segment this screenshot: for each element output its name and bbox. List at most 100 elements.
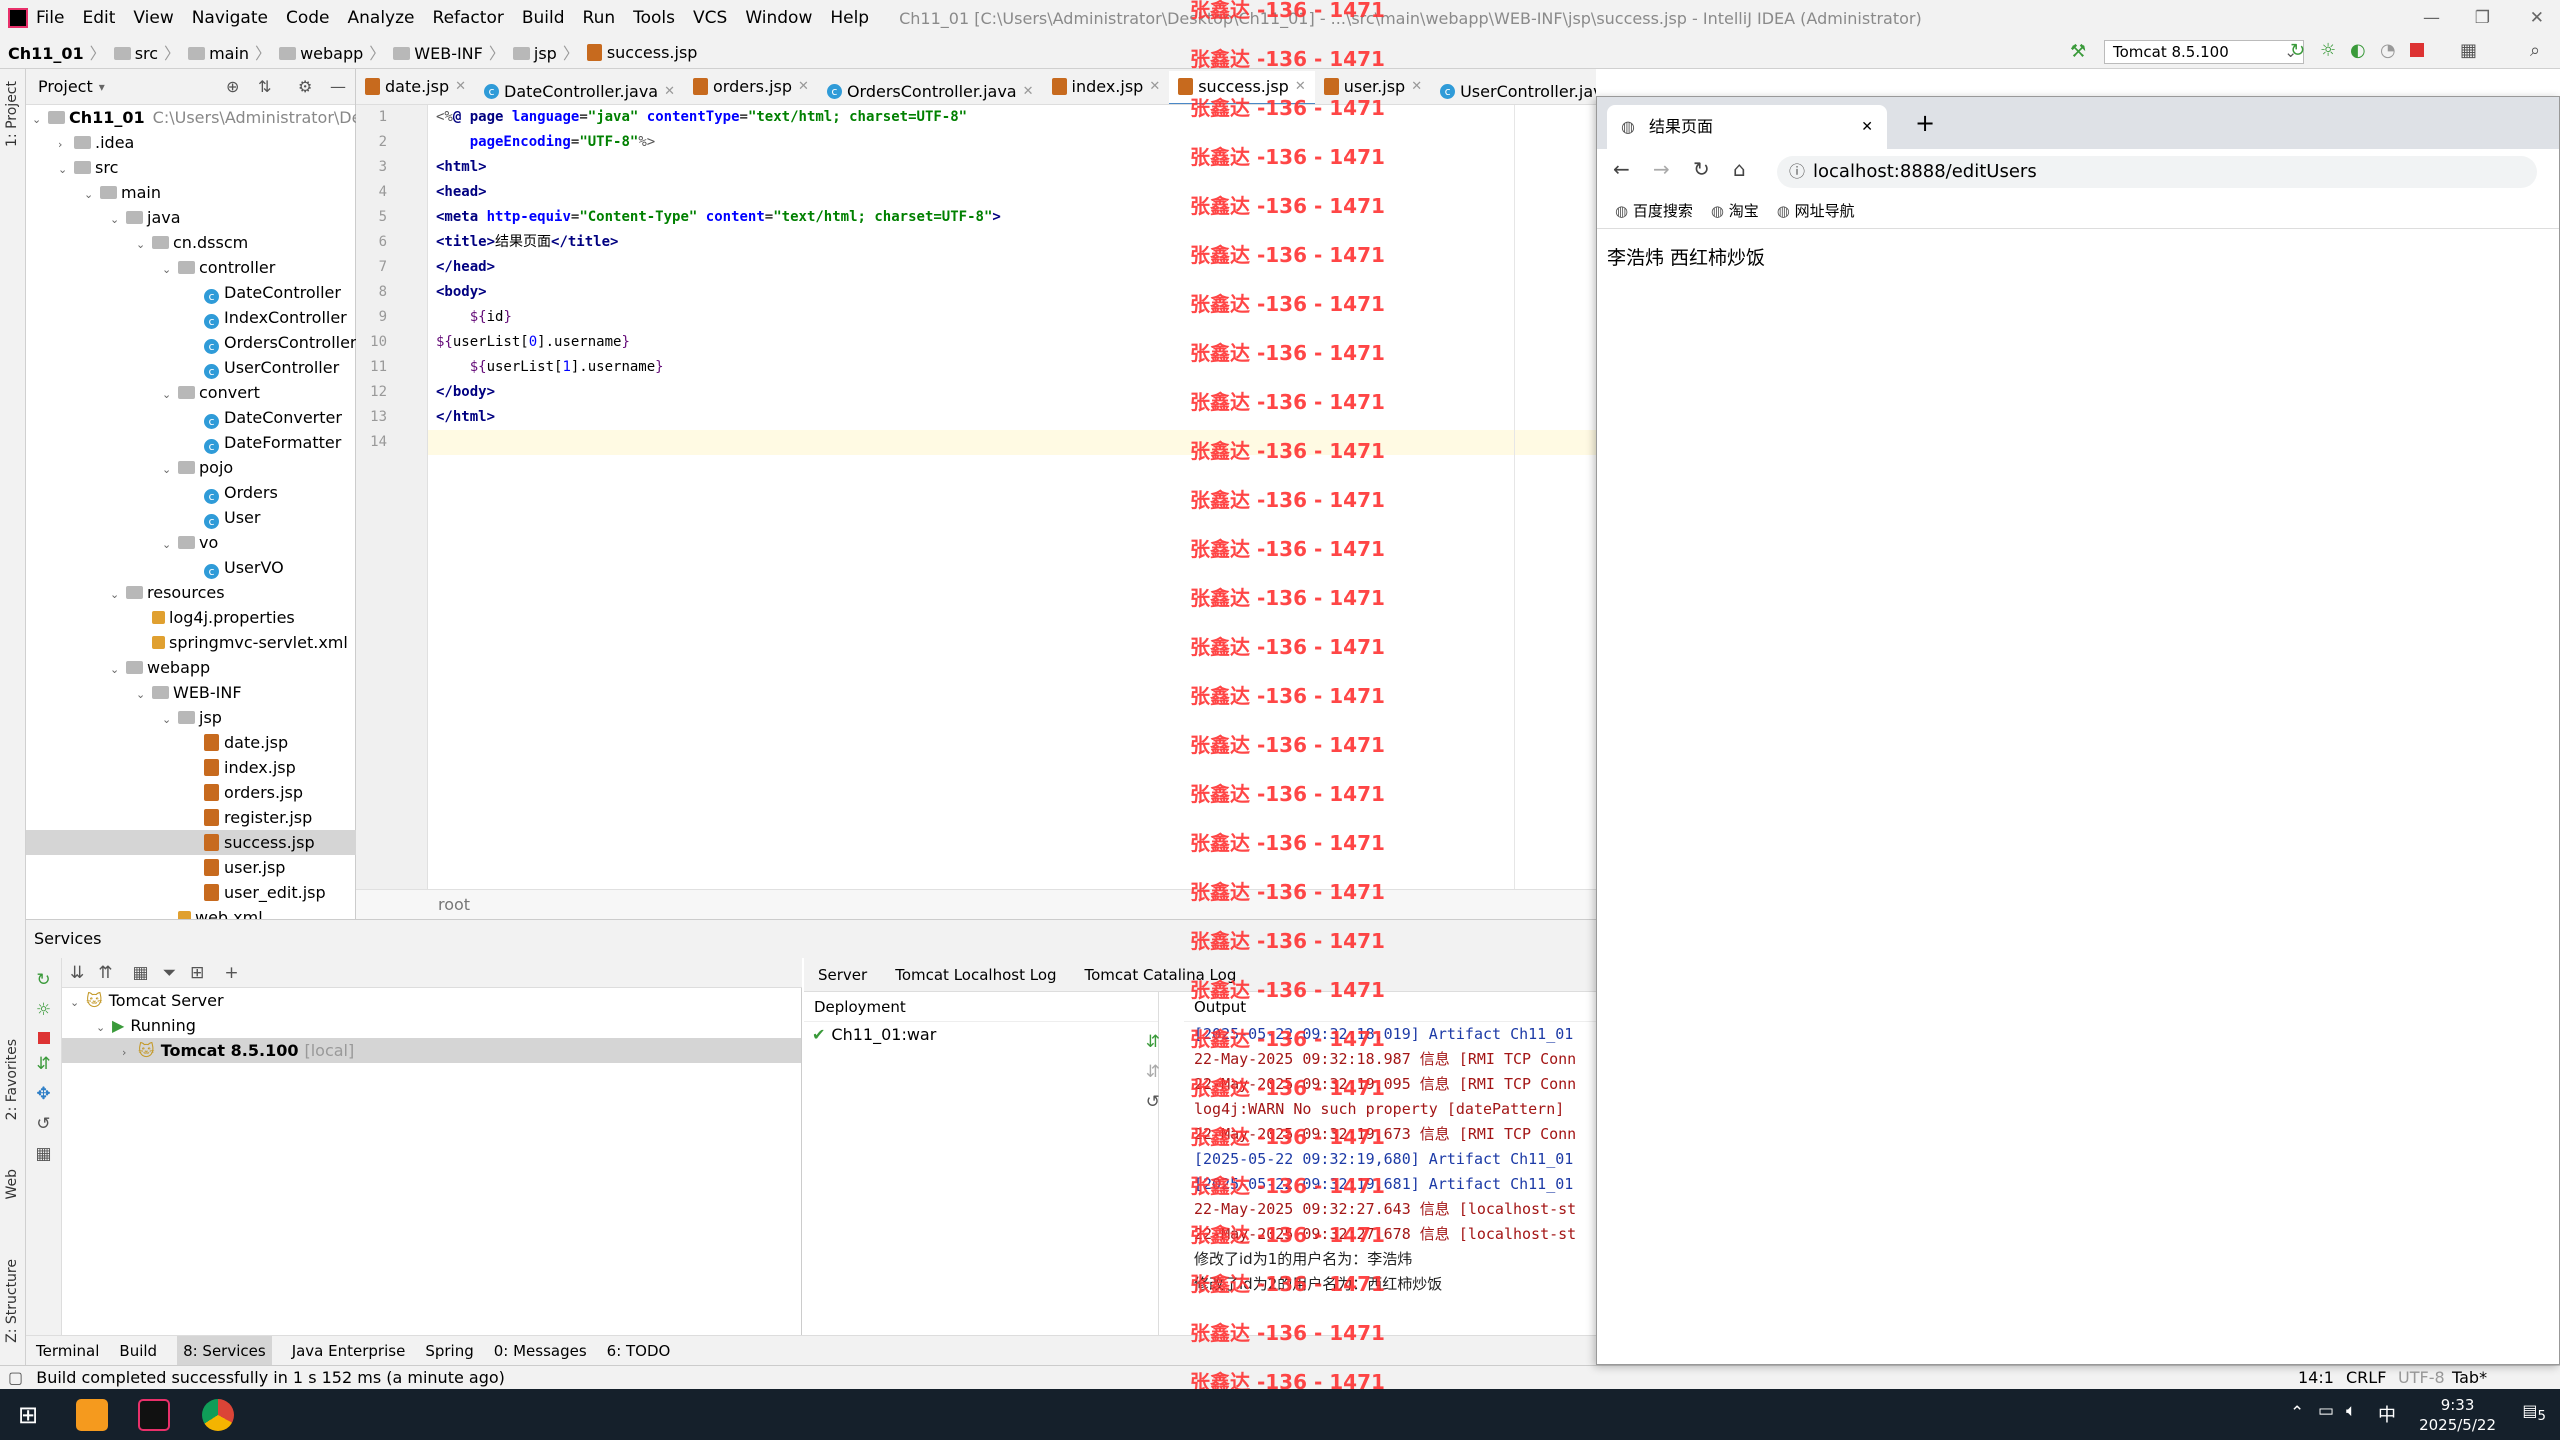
rerun-icon[interactable]: ↻ (26, 970, 61, 990)
bottom-tool-tab[interactable]: Terminal (36, 1336, 99, 1366)
project-panel-title[interactable]: Project (38, 77, 93, 96)
project-tree-item[interactable]: user_edit.jsp (26, 880, 356, 905)
project-tree-item[interactable]: ⌄ Ch11_01 C:\Users\Administrator\Desk (26, 105, 379, 130)
profile-icon[interactable]: ◔ (2380, 40, 2396, 61)
project-tree-item[interactable]: ⌄ java (26, 205, 356, 230)
layout-icon[interactable]: ▦ (26, 1144, 61, 1164)
project-tree-item[interactable]: ⌄ vo (26, 530, 356, 555)
debug-icon[interactable]: ☼ (26, 1000, 61, 1020)
breadcrumb-item[interactable]: success.jsp (586, 43, 697, 62)
stop-icon[interactable] (2410, 43, 2424, 57)
volume-icon[interactable]: 🔈︎ (2346, 1401, 2356, 1421)
project-tree-item[interactable]: ⌄ controller (26, 255, 356, 280)
editor-tab[interactable]: cUserController.java✕ (1431, 74, 1596, 104)
services-tree-item[interactable]: › 🐱︎ Tomcat 8.5.100 [local] (62, 1038, 801, 1063)
coverage-icon[interactable]: ◐ (2350, 40, 2366, 61)
server-tab[interactable]: Server (818, 958, 867, 992)
editor-tab[interactable]: index.jsp ✕ (1043, 69, 1170, 104)
project-tree-item[interactable]: ⌄ cn.dsscm (26, 230, 356, 255)
hide-icon[interactable]: — (330, 77, 346, 96)
collapse-all-icon[interactable]: ⇅ (258, 77, 271, 96)
info-icon[interactable]: ⓘ (1789, 156, 1805, 188)
project-tree-item[interactable]: springmvc-servlet.xml (26, 630, 356, 655)
menu-vcs[interactable]: VCS (693, 8, 727, 28)
project-tree-item[interactable]: index.jsp (26, 755, 356, 780)
target-icon[interactable]: ⊕ (226, 77, 239, 96)
services-tree-item[interactable]: ⌄ 🐱︎ Tomcat Server (62, 988, 801, 1013)
deploy-arrow-icon[interactable]: ⇵ (1146, 1032, 1160, 1052)
chrome-taskbar-icon[interactable] (202, 1399, 234, 1431)
menu-edit[interactable]: Edit (82, 8, 115, 28)
breadcrumb-item[interactable]: Ch11_01 〉 (8, 40, 106, 64)
tool-tab-favorites[interactable]: 2: Favorites (4, 1039, 20, 1120)
hammer-icon[interactable]: ⚒ (2070, 41, 2086, 62)
project-tree-item[interactable]: user.jsp (26, 855, 356, 880)
editor-tab[interactable]: date.jsp ✕ (356, 69, 475, 104)
bottom-tool-tab[interactable]: 0: Messages (494, 1336, 587, 1366)
browser-tab[interactable]: ◍ 结果页面 ✕ (1607, 105, 1887, 149)
bookmark-item[interactable]: ◍ 网址导航 (1777, 200, 1855, 221)
menu-run[interactable]: Run (583, 8, 616, 28)
address-bar[interactable]: ⓘ localhost:8888/editUsers (1777, 156, 2537, 188)
close-tab-icon[interactable]: ✕ (455, 79, 466, 94)
ime-indicator[interactable]: 中 (2378, 1401, 2396, 1427)
bookmark-item[interactable]: ◍ 淘宝 (1711, 200, 1759, 221)
project-tree-item[interactable]: › .idea (26, 130, 356, 155)
run-icon[interactable]: ↻ (2290, 40, 2305, 61)
code-editor[interactable]: <%@ page language="java" contentType="te… (428, 105, 1596, 895)
close-tab-icon[interactable]: ✕ (798, 79, 809, 94)
bottom-tool-tab[interactable]: 8: Services (177, 1335, 272, 1366)
intellij-taskbar-icon[interactable] (138, 1399, 170, 1431)
breadcrumb-item[interactable]: WEB-INF 〉 (393, 40, 505, 64)
project-tree-item[interactable]: success.jsp (26, 830, 356, 855)
deployment-item[interactable]: ✔ Ch11_01:war (804, 1022, 1158, 1047)
menu-help[interactable]: Help (830, 8, 869, 28)
breadcrumb-item[interactable]: src 〉 (113, 40, 180, 64)
stop-icon[interactable] (37, 1032, 50, 1044)
project-tree-item[interactable]: orders.jsp (26, 780, 356, 805)
forward-icon[interactable]: → (1653, 157, 1670, 181)
bookmark-item[interactable]: ◍ 百度搜索 (1615, 200, 1693, 221)
menu-analyze[interactable]: Analyze (348, 8, 415, 28)
editor-tab[interactable]: c OrdersController.java ✕ (818, 74, 1043, 104)
bottom-tool-tab[interactable]: 6: TODO (607, 1336, 671, 1366)
project-tree-item[interactable]: ⌄ WEB-INF (26, 680, 356, 705)
app-icon-orange[interactable] (76, 1399, 108, 1431)
project-tree-item[interactable]: c Orders (26, 480, 356, 505)
project-tree-item[interactable]: date.jsp (26, 730, 356, 755)
tool-tab-web[interactable]: Web (4, 1169, 20, 1200)
services-tree-item[interactable]: ⌄ ▶ Running (62, 1013, 801, 1038)
editor-tab[interactable]: orders.jsp ✕ (684, 69, 818, 104)
search-everywhere-icon[interactable]: ⌕ (2530, 40, 2540, 61)
back-icon[interactable]: ← (1613, 157, 1630, 181)
close-tab-icon[interactable]: ✕ (1411, 79, 1422, 94)
group-icon[interactable]: ▦ (133, 963, 149, 983)
project-tree-item[interactable]: ⌄ jsp (26, 705, 356, 730)
line-separator[interactable]: CRLF (2346, 1366, 2386, 1390)
notification-icon[interactable]: ▤5 (2522, 1401, 2546, 1424)
home-icon[interactable]: ⌂ (1733, 157, 1746, 181)
gear-icon[interactable]: ⚙ (298, 77, 312, 96)
clock[interactable]: 9:33 2025/5/22 (2419, 1395, 2496, 1435)
undeploy-icon[interactable]: ⇵ (1146, 1062, 1160, 1082)
tray-chevron-icon[interactable]: ⌃ (2290, 1403, 2304, 1423)
project-tree-item[interactable]: c OrdersController (26, 330, 357, 355)
update-icon[interactable]: ✥ (26, 1084, 61, 1104)
project-tree-item[interactable]: ⌄ pojo (26, 455, 356, 480)
close-window-button[interactable]: ✕ (2530, 8, 2544, 28)
bottom-tool-tab[interactable]: Build (119, 1336, 157, 1366)
breadcrumb-item[interactable]: webapp 〉 (279, 40, 385, 64)
menu-window[interactable]: Window (745, 8, 812, 28)
menu-view[interactable]: View (133, 8, 173, 28)
server-tab[interactable]: Tomcat Localhost Log (895, 958, 1056, 992)
project-tree-item[interactable]: ⌄ src (26, 155, 356, 180)
menu-tools[interactable]: Tools (633, 8, 675, 28)
tool-tab-structure[interactable]: Z: Structure (4, 1259, 20, 1343)
new-tab-icon[interactable]: + (1915, 109, 1935, 137)
menu-file[interactable]: File (36, 8, 64, 28)
project-tree-item[interactable]: register.jsp (26, 805, 356, 830)
breadcrumb-item[interactable]: main 〉 (188, 40, 271, 64)
editor-tab[interactable]: c DateController.java ✕ (475, 74, 684, 104)
minimize-button[interactable]: — (2423, 8, 2440, 28)
add-icon[interactable]: + (224, 963, 238, 983)
